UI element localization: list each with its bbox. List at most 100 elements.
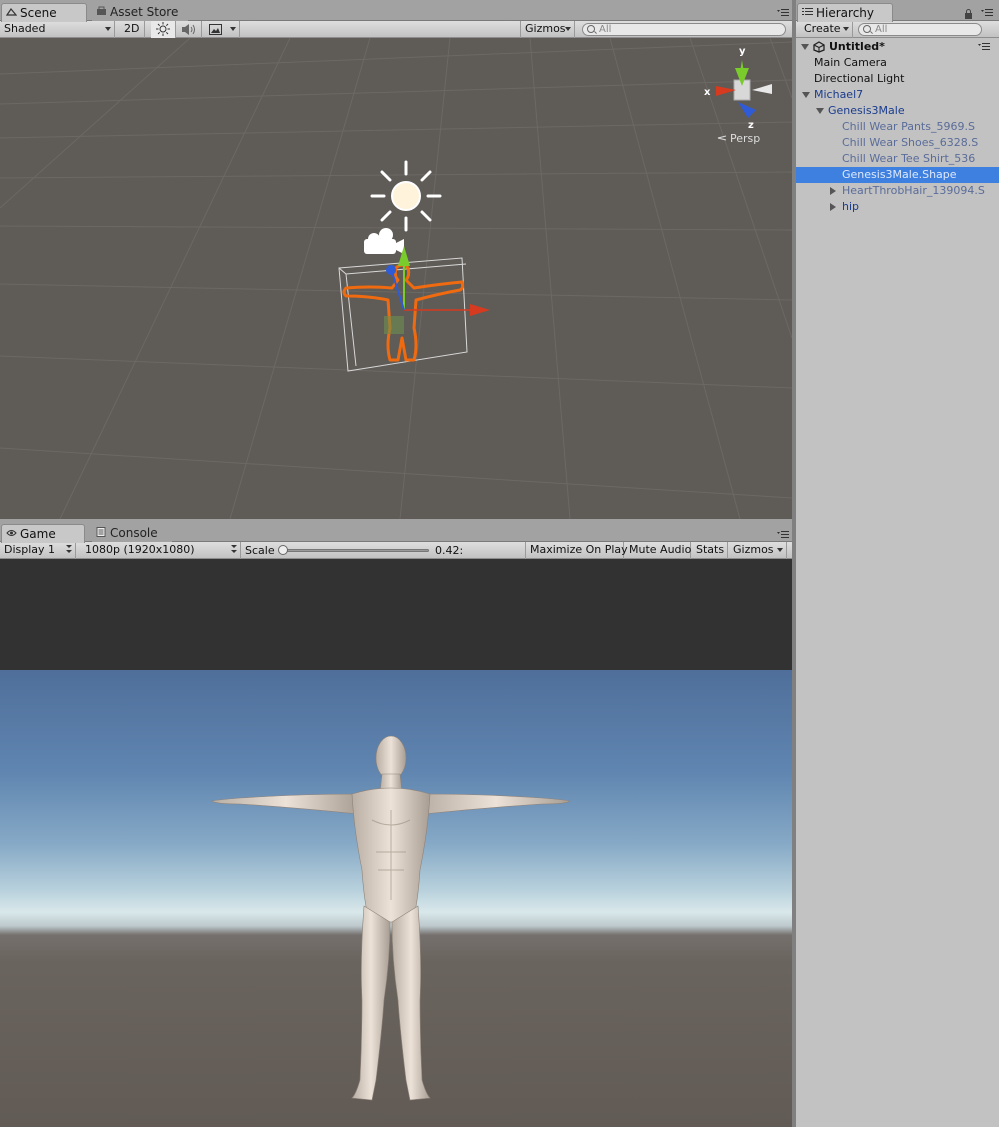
hierarchy-search-input[interactable]: All bbox=[858, 23, 982, 36]
search-icon bbox=[587, 25, 595, 33]
hierarchy-item[interactable]: Michael7 bbox=[796, 87, 999, 103]
hierarchy-item-label: Main Camera bbox=[814, 56, 887, 69]
maximize-on-play-label: Maximize On Play bbox=[530, 543, 628, 556]
hierarchy-item[interactable]: Directional Light bbox=[796, 71, 999, 87]
game-gizmos-label: Gizmos bbox=[733, 543, 774, 556]
console-icon bbox=[96, 527, 106, 537]
hierarchy-item[interactable]: Genesis3Male bbox=[796, 103, 999, 119]
foldout-open-icon[interactable] bbox=[802, 92, 810, 98]
scene-grid: y x z Persp bbox=[0, 38, 792, 519]
list-icon bbox=[802, 8, 813, 15]
draw-mode-dropdown[interactable]: Shaded bbox=[0, 21, 115, 38]
tab-scene[interactable]: Scene bbox=[1, 3, 87, 22]
tab-asset-store-label: Asset Store bbox=[110, 5, 179, 19]
orientation-gizmo[interactable]: y x z Persp bbox=[704, 46, 772, 145]
image-icon bbox=[209, 24, 222, 35]
display-label: Display 1 bbox=[4, 543, 56, 556]
chevron-down-icon bbox=[231, 545, 237, 548]
scene-tab-bar: Scene Asset Store bbox=[0, 0, 792, 22]
scene-root-row[interactable]: Untitled* bbox=[796, 39, 999, 55]
tab-game[interactable]: Game bbox=[1, 524, 85, 543]
scale-slider-track[interactable] bbox=[283, 549, 429, 552]
panel-menu-icon[interactable] bbox=[777, 531, 789, 540]
hierarchy-item[interactable]: Chill Wear Shoes_6328.S bbox=[796, 135, 999, 151]
foldout-open-icon[interactable] bbox=[816, 108, 824, 114]
resolution-label: 1080p (1920x1080) bbox=[85, 543, 195, 556]
store-icon bbox=[97, 6, 106, 15]
tab-game-label: Game bbox=[20, 527, 56, 541]
transform-gizmo[interactable] bbox=[384, 246, 490, 334]
resolution-dropdown[interactable]: 1080p (1920x1080) bbox=[81, 542, 241, 559]
tab-hierarchy[interactable]: Hierarchy bbox=[797, 3, 893, 22]
foldout-closed-icon[interactable] bbox=[830, 203, 836, 211]
chevron-up-down-icon bbox=[66, 550, 72, 553]
scene-viewport[interactable]: y x z Persp bbox=[0, 38, 792, 519]
panel-menu-icon[interactable] bbox=[981, 9, 993, 18]
tab-console[interactable]: Console bbox=[92, 524, 172, 542]
maximize-on-play-toggle[interactable]: Maximize On Play bbox=[525, 542, 628, 559]
chevron-down-icon bbox=[230, 27, 236, 31]
axis-y-label: y bbox=[739, 46, 746, 57]
projection-label: Persp bbox=[730, 132, 760, 145]
chevron-down-icon bbox=[565, 27, 571, 31]
tab-hierarchy-label: Hierarchy bbox=[816, 6, 875, 20]
draw-mode-label: Shaded bbox=[4, 22, 46, 35]
hierarchy-item[interactable]: Main Camera bbox=[796, 55, 999, 71]
hierarchy-item[interactable]: Genesis3Male.Shape bbox=[796, 167, 999, 183]
unity-scene-icon bbox=[813, 41, 825, 53]
character-model bbox=[211, 735, 571, 1101]
directional-light-gizmo[interactable] bbox=[370, 160, 442, 232]
chevron-down-icon bbox=[105, 27, 111, 31]
hierarchy-item-label: Genesis3Male bbox=[828, 104, 905, 117]
hierarchy-tree: Untitled* Main Camera Directional Light Mi… bbox=[796, 38, 999, 1127]
hierarchy-item-label: hip bbox=[842, 200, 860, 213]
scale-label: Scale bbox=[245, 544, 275, 557]
scale-value: 0.42: bbox=[435, 544, 464, 557]
stats-toggle[interactable]: Stats bbox=[692, 542, 728, 559]
create-dropdown[interactable]: Create bbox=[800, 21, 853, 38]
hierarchy-search-placeholder: All bbox=[875, 24, 888, 35]
panel-menu-icon[interactable] bbox=[777, 9, 789, 18]
lighting-toggle[interactable] bbox=[151, 21, 176, 38]
hierarchy-item-label: Directional Light bbox=[814, 72, 905, 85]
speaker-icon bbox=[182, 24, 195, 35]
audio-toggle[interactable] bbox=[177, 21, 202, 38]
chevron-down-icon bbox=[777, 548, 783, 552]
game-toolbar: Display 1 1080p (1920x1080) Scale 0.42: … bbox=[0, 542, 792, 559]
chevron-down-icon bbox=[66, 545, 72, 548]
gizmos-label: Gizmos bbox=[525, 22, 566, 35]
game-tab-bar: Game Console bbox=[0, 521, 792, 543]
hierarchy-item-label: Chill Wear Tee Shirt_536 bbox=[842, 152, 976, 165]
2d-toggle[interactable]: 2D bbox=[120, 21, 145, 38]
hierarchy-item-label: Genesis3Male.Shape bbox=[842, 168, 957, 181]
scene-menu-icon[interactable] bbox=[978, 43, 990, 52]
effects-dropdown[interactable] bbox=[205, 21, 240, 38]
scale-slider-thumb[interactable] bbox=[278, 545, 288, 555]
axis-x-label: x bbox=[704, 87, 711, 98]
hierarchy-item-label: Chill Wear Shoes_6328.S bbox=[842, 136, 979, 149]
hierarchy-item[interactable]: Chill Wear Tee Shirt_536 bbox=[796, 151, 999, 167]
mute-audio-label: Mute Audio bbox=[629, 543, 692, 556]
hierarchy-item[interactable]: HeartThrobHair_139094.S bbox=[796, 183, 999, 199]
tab-console-label: Console bbox=[110, 526, 158, 540]
lock-icon[interactable] bbox=[964, 9, 973, 19]
display-dropdown[interactable]: Display 1 bbox=[0, 542, 76, 559]
scene-toolbar: Shaded 2D Gizmos All bbox=[0, 21, 792, 38]
game-viewport[interactable] bbox=[0, 559, 792, 1127]
axis-z-label: z bbox=[748, 120, 754, 131]
game-gizmos-dropdown[interactable]: Gizmos bbox=[729, 542, 787, 559]
gizmos-dropdown[interactable]: Gizmos bbox=[520, 21, 575, 38]
hierarchy-item[interactable]: hip bbox=[796, 199, 999, 215]
scene-name: Untitled* bbox=[829, 40, 885, 53]
tab-asset-store[interactable]: Asset Store bbox=[92, 3, 188, 21]
foldout-closed-icon[interactable] bbox=[830, 187, 836, 195]
scene-search-input[interactable]: All bbox=[582, 23, 786, 36]
mute-audio-toggle[interactable]: Mute Audio bbox=[625, 542, 691, 559]
camera-gizmo[interactable] bbox=[364, 228, 404, 254]
hierarchy-item[interactable]: Chill Wear Pants_5969.S bbox=[796, 119, 999, 135]
game-icon bbox=[6, 530, 17, 536]
hierarchy-toolbar: Create All bbox=[796, 21, 999, 38]
create-label: Create bbox=[804, 22, 841, 35]
foldout-open-icon[interactable] bbox=[801, 44, 809, 50]
hierarchy-item-label: Michael7 bbox=[814, 88, 864, 101]
